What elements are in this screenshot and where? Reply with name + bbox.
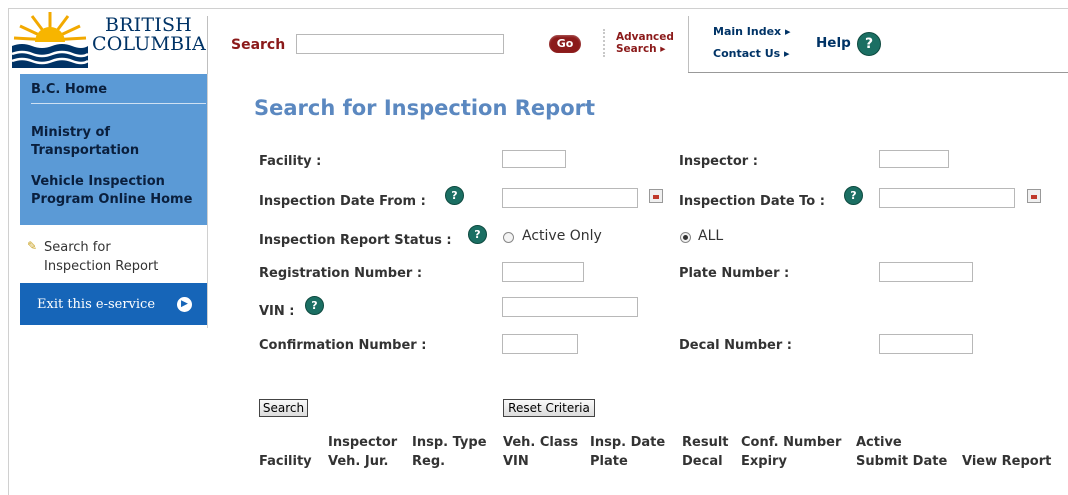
advanced-search-line-2: Search ▸ — [616, 43, 666, 55]
reset-criteria-button[interactable]: Reset Criteria — [503, 399, 595, 417]
search-input[interactable] — [296, 34, 504, 54]
col-facility-bottom: Facility — [259, 454, 312, 469]
date-from-label: Inspection Date From : — [259, 194, 426, 209]
sidebar-divider — [31, 103, 206, 104]
confirmation-label: Confirmation Number : — [259, 338, 427, 353]
registration-label: Registration Number : — [259, 266, 423, 281]
header-divider — [688, 16, 689, 72]
search-label: Search — [231, 37, 286, 53]
results-col-active: Active Submit Date — [856, 433, 947, 471]
status-active-only-radio[interactable] — [503, 232, 514, 243]
col-inspector-bottom: Veh. Jur. — [328, 454, 389, 469]
sidebar-edge — [207, 74, 208, 328]
contact-us-link[interactable]: Contact Us ▸ — [713, 47, 790, 60]
plate-input[interactable] — [879, 262, 973, 282]
inspector-label: Inspector : — [679, 154, 758, 169]
help-link[interactable]: Help — [816, 35, 851, 51]
date-to-calendar-icon[interactable] — [1027, 189, 1041, 203]
decal-input[interactable] — [879, 334, 973, 354]
logo-wordmark: BRITISH COLUMBIA — [90, 16, 206, 54]
results-col-veh-class: Veh. Class VIN — [503, 433, 578, 471]
sidebar-item-search-inspection-report[interactable]: Search for Inspection Report — [44, 238, 158, 276]
col-facility-top — [259, 433, 312, 452]
bc-logo[interactable]: BRITISH COLUMBIA — [11, 10, 206, 68]
header-dotted-divider — [603, 29, 605, 57]
advanced-search-line-1: Advanced — [616, 31, 674, 43]
col-result-top: Result — [682, 435, 729, 450]
date-to-input[interactable] — [879, 188, 1015, 208]
col-inspector-top: Inspector — [328, 435, 398, 450]
pencil-icon: ✎ — [27, 239, 38, 253]
sidebar-current-line-1: Search for — [44, 240, 111, 255]
page-title: Search for Inspection Report — [254, 96, 596, 120]
date-to-help-icon[interactable]: ? — [844, 186, 863, 205]
sidebar-current-line-2: Inspection Report — [44, 259, 159, 274]
date-from-calendar-icon[interactable] — [649, 189, 663, 203]
status-all-radio[interactable] — [680, 232, 691, 243]
col-active-bottom: Submit Date — [856, 454, 948, 469]
arrow-right-circle-icon[interactable]: ▶ — [177, 297, 192, 312]
col-view-report-bottom: View Report — [962, 454, 1052, 469]
sidebar-vehicle-line-2: Program Online Home — [31, 192, 193, 207]
sidebar-ministry-line-1: Ministry of — [31, 125, 111, 140]
vin-help-icon[interactable]: ? — [305, 296, 324, 315]
help-icon[interactable]: ? — [857, 32, 881, 56]
main-index-link[interactable]: Main Index ▸ — [713, 25, 791, 38]
results-col-view-report: View Report — [962, 433, 1051, 471]
header-rule — [688, 72, 1068, 73]
results-col-conf-number: Conf. Number Expiry — [741, 433, 841, 471]
facility-label: Facility : — [259, 154, 322, 169]
plate-label: Plate Number : — [679, 266, 790, 281]
logo-divider — [207, 16, 208, 74]
results-col-result: Result Decal — [682, 433, 729, 471]
results-col-facility: Facility — [259, 433, 312, 471]
col-active-top: Active — [856, 435, 902, 450]
registration-input[interactable] — [502, 262, 584, 282]
logo-line-2: COLUMBIA — [92, 33, 206, 55]
results-col-insp-type: Insp. Type Reg. — [412, 433, 487, 471]
vin-input[interactable] — [502, 297, 638, 317]
go-button[interactable]: Go — [549, 35, 581, 53]
sidebar-item-ministry[interactable]: Ministry of Transportation — [31, 124, 139, 160]
sidebar-ministry-line-2: Transportation — [31, 143, 140, 158]
status-all-label: ALL — [698, 228, 724, 244]
inspector-input[interactable] — [879, 150, 949, 168]
vin-label: VIN : — [259, 304, 295, 319]
status-help-icon[interactable]: ? — [468, 225, 487, 244]
col-insp-date-top: Insp. Date — [590, 435, 666, 450]
col-view-report-top — [962, 433, 1051, 452]
bc-sun-logo-icon — [11, 12, 89, 68]
col-conf-number-top: Conf. Number — [741, 435, 842, 450]
decal-label: Decal Number : — [679, 338, 793, 353]
facility-input[interactable] — [502, 150, 566, 168]
sidebar-vehicle-line-1: Vehicle Inspection — [31, 174, 165, 189]
status-label: Inspection Report Status : — [259, 233, 452, 248]
col-veh-class-top: Veh. Class — [503, 435, 579, 450]
search-button[interactable]: Search — [259, 399, 308, 417]
date-to-label: Inspection Date To : — [679, 194, 825, 209]
status-active-only-label: Active Only — [522, 228, 602, 244]
results-col-inspector: Inspector Veh. Jur. — [328, 433, 397, 471]
col-insp-date-bottom: Plate — [590, 454, 628, 469]
confirmation-input[interactable] — [502, 334, 578, 354]
results-col-insp-date: Insp. Date Plate — [590, 433, 665, 471]
col-conf-number-bottom: Expiry — [741, 454, 787, 469]
col-insp-type-bottom: Reg. — [412, 454, 446, 469]
col-veh-class-bottom: VIN — [503, 454, 529, 469]
col-result-bottom: Decal — [682, 454, 723, 469]
date-from-help-icon[interactable]: ? — [445, 186, 464, 205]
sidebar-item-vehicle-inspection[interactable]: Vehicle Inspection Program Online Home — [31, 173, 192, 209]
col-insp-type-top: Insp. Type — [412, 435, 487, 450]
date-from-input[interactable] — [502, 188, 638, 208]
advanced-search-link[interactable]: Advanced Search ▸ — [616, 31, 674, 55]
sidebar-item-bc-home[interactable]: B.C. Home — [31, 82, 107, 97]
exit-eservice-label[interactable]: Exit this e-service — [37, 297, 155, 312]
